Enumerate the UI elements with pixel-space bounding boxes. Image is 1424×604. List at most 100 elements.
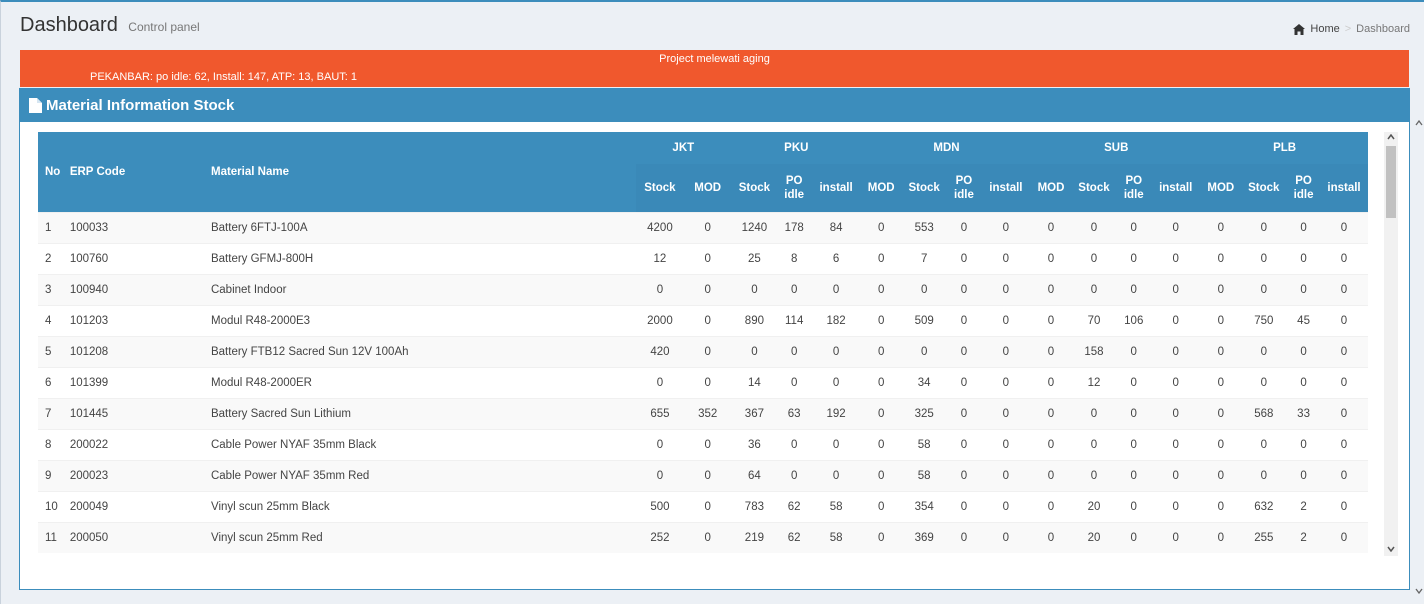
value-cell: 12 xyxy=(635,243,685,274)
value-cell: 0 xyxy=(1201,305,1241,336)
value-cell: 354 xyxy=(900,491,948,522)
value-cell: 158 xyxy=(1070,336,1118,367)
header-material-name[interactable]: Material Name xyxy=(210,132,636,212)
value-cell: 219 xyxy=(731,522,778,553)
value-cell: 0 xyxy=(1240,336,1288,367)
value-cell: 0 xyxy=(947,243,981,274)
subheader-install[interactable]: install xyxy=(810,164,862,212)
chevron-up-icon[interactable] xyxy=(1384,132,1398,144)
page-scroll-down-icon[interactable] xyxy=(1412,586,1424,598)
table-row[interactable]: 3 100940 Cabinet Indoor 0 0 0 0 0 0 0 0 0 0 0 0 0 0 0 0 0 xyxy=(38,274,1368,305)
value-cell: 0 xyxy=(1117,336,1151,367)
subheader-po-line2: idle xyxy=(784,188,805,201)
value-cell: 500 xyxy=(635,491,685,522)
subheader-mod[interactable]: MOD xyxy=(1201,164,1241,212)
value-cell: 0 xyxy=(861,336,901,367)
value-cell: 0 xyxy=(1117,429,1151,460)
subheader-mod[interactable]: MOD xyxy=(684,164,732,212)
subheader-stock[interactable]: Stock xyxy=(1240,164,1288,212)
material-name-cell: Cabinet Indoor xyxy=(210,274,636,305)
page-scroll-up-icon[interactable] xyxy=(1412,118,1424,130)
scrollbar-thumb[interactable] xyxy=(1386,146,1396,218)
file-icon xyxy=(29,98,42,113)
material-name-cell: Battery FTB12 Sacred Sun 12V 100Ah xyxy=(210,336,636,367)
table-row[interactable]: 9 200023 Cable Power NYAF 35mm Red 0 0 64 0 0 0 5… xyxy=(38,460,1368,491)
breadcrumb-home-link[interactable]: Home xyxy=(1310,23,1339,35)
value-cell: 0 xyxy=(980,243,1032,274)
table-row[interactable]: 6 101399 Modul R48-2000ER 0 0 14 0 0 0 34 0 0 0 12 0 0 0… xyxy=(38,367,1368,398)
subheader-stock[interactable]: Stock xyxy=(635,164,685,212)
value-cell: 0 xyxy=(1031,274,1071,305)
header-no[interactable]: No xyxy=(38,132,70,212)
material-name-cell: Modul R48-2000ER xyxy=(210,367,636,398)
value-cell: 0 xyxy=(1070,274,1118,305)
box-title: Material Information Stock xyxy=(46,97,235,114)
value-cell: 0 xyxy=(1117,243,1151,274)
value-cell: 14 xyxy=(731,367,778,398)
subheader-stock[interactable]: Stock xyxy=(900,164,948,212)
table-row[interactable]: 4 101203 Modul R48-2000E3 2000 0 890 114 182 0 50… xyxy=(38,305,1368,336)
value-cell: 0 xyxy=(1320,243,1368,274)
table-row[interactable]: 2 100760 Battery GFMJ-800H 12 0 25 8 6 0 7 0 0 0 0 0 0 0… xyxy=(38,243,1368,274)
subheader-po-line2: idle xyxy=(1123,188,1144,201)
value-cell: 0 xyxy=(1150,274,1202,305)
value-cell: 568 xyxy=(1240,398,1288,429)
value-cell: 0 xyxy=(635,429,685,460)
value-cell: 0 xyxy=(684,212,732,243)
subheader-stock[interactable]: Stock xyxy=(1070,164,1118,212)
subheader-install[interactable]: install xyxy=(1150,164,1202,212)
stock-table: No ERP Code Material Name JKT PKU MDN SU… xyxy=(38,132,1368,553)
material-name-cell: Vinyl scun 25mm Black xyxy=(210,491,636,522)
erp-code-cell: 101208 xyxy=(69,336,211,367)
value-cell: 0 xyxy=(684,367,732,398)
header-erp-code[interactable]: ERP Code xyxy=(69,132,211,212)
value-cell: 0 xyxy=(1150,491,1202,522)
value-cell: 58 xyxy=(810,491,862,522)
row-number: 4 xyxy=(38,305,70,336)
value-cell: 0 xyxy=(1320,367,1368,398)
material-name-cell: Battery 6FTJ-100A xyxy=(210,212,636,243)
subheader-po-idle[interactable]: PO idle xyxy=(777,164,811,212)
subheader-mod[interactable]: MOD xyxy=(1031,164,1071,212)
subheader-po-idle[interactable]: PO idle xyxy=(1287,164,1321,212)
erp-code-cell: 101399 xyxy=(69,367,211,398)
value-cell: 64 xyxy=(731,460,778,491)
subheader-mod[interactable]: MOD xyxy=(861,164,901,212)
value-cell: 632 xyxy=(1240,491,1288,522)
value-cell: 25 xyxy=(731,243,778,274)
subheader-install[interactable]: install xyxy=(1320,164,1368,212)
table-row[interactable]: 10 200049 Vinyl scun 25mm Black 500 0 783 62 58… xyxy=(38,491,1368,522)
subheader-po-idle[interactable]: PO idle xyxy=(947,164,981,212)
value-cell: 0 xyxy=(684,305,732,336)
table-row[interactable]: 1 100033 Battery 6FTJ-100A 4200 0 1240 178 84 0 5… xyxy=(38,212,1368,243)
value-cell: 0 xyxy=(1150,367,1202,398)
value-cell: 33 xyxy=(1287,398,1321,429)
home-icon[interactable] xyxy=(1293,23,1306,35)
table-row[interactable]: 5 101208 Battery FTB12 Sacred Sun 12V 100A… xyxy=(38,336,1368,367)
subheader-po-idle[interactable]: PO idle xyxy=(1117,164,1151,212)
value-cell: 0 xyxy=(1240,460,1288,491)
subheader-install[interactable]: install xyxy=(980,164,1032,212)
table-row[interactable]: 7 101445 Battery Sacred Sun Lithium 655 352 3… xyxy=(38,398,1368,429)
value-cell: 0 xyxy=(861,243,901,274)
alert-title: Project melewati aging xyxy=(659,53,770,65)
table-scrollbar[interactable] xyxy=(1384,132,1398,556)
erp-code-cell: 200023 xyxy=(69,460,211,491)
value-cell: 0 xyxy=(1240,274,1288,305)
header-region-plb: PLB xyxy=(1201,132,1368,164)
value-cell: 0 xyxy=(1201,460,1241,491)
value-cell: 420 xyxy=(635,336,685,367)
value-cell: 0 xyxy=(1201,274,1241,305)
page-scrollbar[interactable] xyxy=(1412,118,1424,598)
stock-table-container[interactable]: No ERP Code Material Name JKT PKU MDN SU… xyxy=(38,132,1378,556)
header-region-mdn: MDN xyxy=(861,132,1032,164)
value-cell: 0 xyxy=(777,460,811,491)
table-row[interactable]: 11 200050 Vinyl scun 25mm Red 252 0 219 62 58 0 3… xyxy=(38,522,1368,553)
chevron-down-icon[interactable] xyxy=(1384,544,1398,556)
subheader-stock[interactable]: Stock xyxy=(731,164,778,212)
value-cell: 20 xyxy=(1070,522,1118,553)
value-cell: 4200 xyxy=(635,212,685,243)
value-cell: 352 xyxy=(684,398,732,429)
table-row[interactable]: 8 200022 Cable Power NYAF 35mm Black 0 0 36 0 0… xyxy=(38,429,1368,460)
content-header: Dashboard Control panel Home > Dashboard xyxy=(20,14,1416,44)
